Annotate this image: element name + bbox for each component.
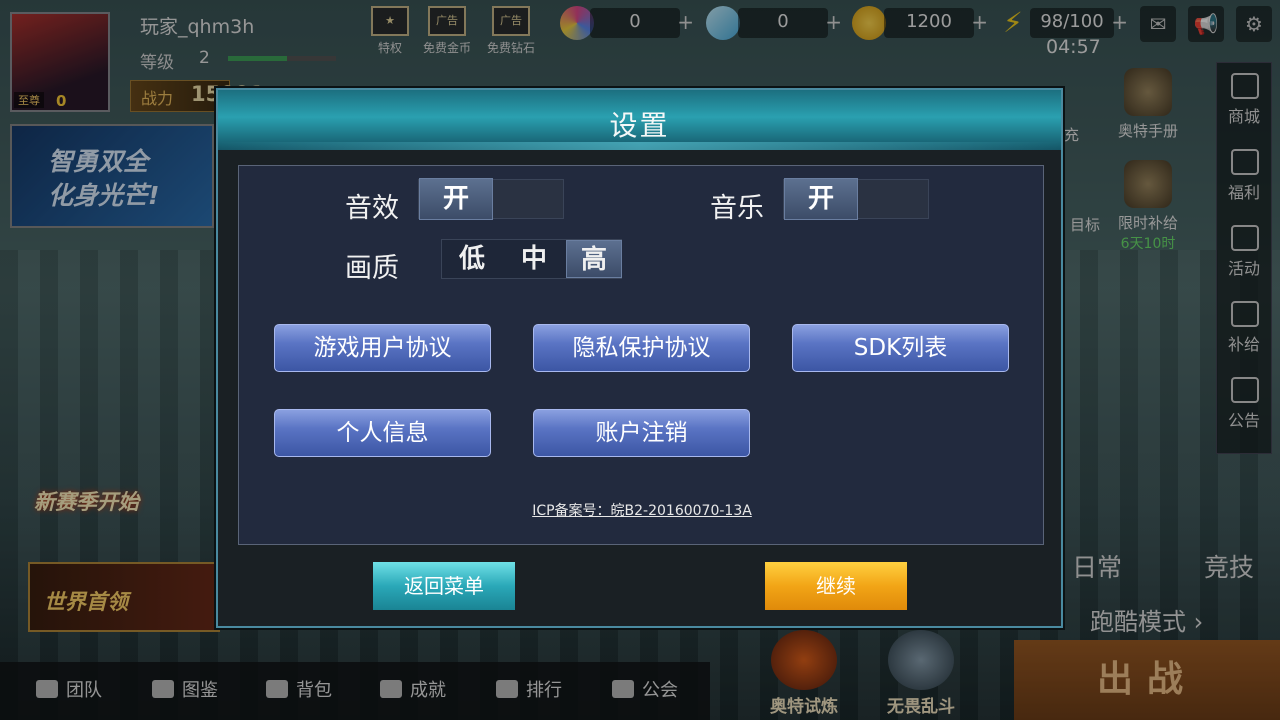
- music-toggle-on[interactable]: 开: [784, 178, 858, 220]
- quality-low[interactable]: 低: [444, 240, 500, 278]
- quality-medium[interactable]: 中: [506, 240, 562, 278]
- privacy-policy-button[interactable]: 隐私保护协议: [533, 324, 750, 372]
- music-label: 音乐: [710, 193, 764, 224]
- sound-toggle[interactable]: 开: [418, 178, 564, 220]
- settings-panel: 音效 开 音乐 开 画质 低 中 高 游戏用户协议 隐私保护协议 SDK列表 个…: [238, 165, 1044, 545]
- personal-info-button[interactable]: 个人信息: [274, 409, 491, 457]
- sdk-list-button[interactable]: SDK列表: [792, 324, 1009, 372]
- quality-selector: 低 中 高: [441, 239, 622, 279]
- icp-license-link[interactable]: ICP备案号：皖B2-20160070-13A: [239, 500, 1045, 520]
- quality-label: 画质: [345, 253, 399, 284]
- back-to-menu-button[interactable]: 返回菜单: [373, 562, 515, 610]
- continue-button[interactable]: 继续: [765, 562, 907, 610]
- sound-toggle-on[interactable]: 开: [419, 178, 493, 220]
- settings-dialog: 设置 音效 开 音乐 开 画质 低 中 高 游戏用户协议 隐私保护协议 SDK列…: [216, 88, 1063, 628]
- sound-label: 音效: [345, 193, 399, 224]
- dialog-title: 设置: [609, 109, 670, 142]
- user-agreement-button[interactable]: 游戏用户协议: [274, 324, 491, 372]
- quality-high[interactable]: 高: [566, 240, 622, 278]
- account-deletion-button[interactable]: 账户注销: [533, 409, 750, 457]
- music-toggle[interactable]: 开: [783, 178, 929, 220]
